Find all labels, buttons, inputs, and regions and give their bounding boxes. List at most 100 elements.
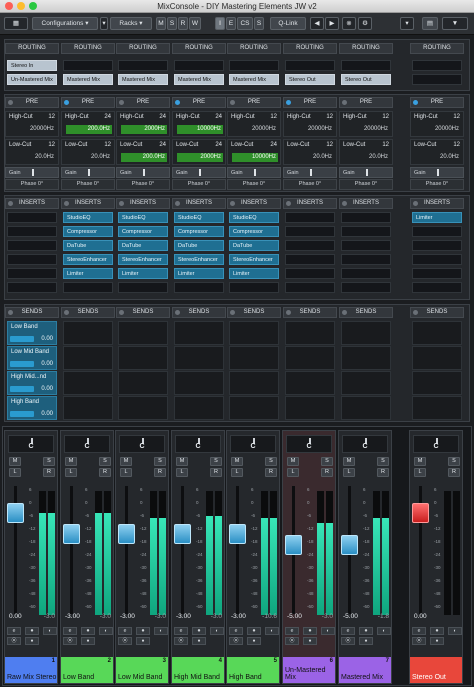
fader-value[interactable]: 0.00 bbox=[414, 613, 427, 620]
routing-output-slot[interactable]: Mastered Mix bbox=[118, 74, 168, 85]
routing-header[interactable]: ROUTING bbox=[339, 43, 393, 54]
mute-button[interactable]: M bbox=[65, 457, 77, 466]
insert-slot[interactable] bbox=[285, 240, 335, 251]
low-cut-row[interactable]: Low-Cut 12 20.0Hz bbox=[410, 139, 464, 165]
routing-header[interactable]: ROUTING bbox=[410, 43, 464, 54]
high-cut-row[interactable]: High-Cut 12 20000Hz bbox=[339, 111, 393, 137]
solo-button[interactable]: S bbox=[99, 457, 111, 466]
high-cut-row[interactable]: High-Cut 12 20000Hz bbox=[283, 111, 337, 137]
sends-header[interactable]: SENDS bbox=[410, 307, 464, 318]
pan-control[interactable]: C bbox=[64, 435, 110, 453]
pre-header[interactable]: PRE bbox=[172, 97, 226, 108]
channel-option-button[interactable]: ⏺ bbox=[192, 627, 206, 635]
channel-name-plate[interactable]: Mastered Mix 7 bbox=[339, 657, 391, 683]
pan-control[interactable]: C bbox=[175, 435, 221, 453]
inserts-power-icon[interactable] bbox=[119, 201, 124, 206]
send-slot-empty[interactable] bbox=[412, 396, 462, 420]
send-slot-empty[interactable] bbox=[412, 321, 462, 345]
read-all-button[interactable]: R bbox=[178, 17, 188, 30]
insert-slot[interactable]: Compressor bbox=[229, 226, 279, 237]
low-cut-slope[interactable]: 12 bbox=[326, 142, 333, 148]
read-button[interactable]: R bbox=[154, 468, 166, 477]
channel-option-button[interactable]: ◐ bbox=[448, 627, 462, 635]
low-cut-row[interactable]: Low-Cut 12 20.0Hz bbox=[5, 139, 59, 165]
inserts-power-icon[interactable] bbox=[175, 201, 180, 206]
high-cut-slope[interactable]: 12 bbox=[453, 114, 460, 120]
insert-slot[interactable]: StudioEQ bbox=[118, 212, 168, 223]
insert-slot[interactable]: Limiter bbox=[412, 212, 462, 223]
send-slot-empty[interactable] bbox=[118, 371, 168, 395]
low-cut-row[interactable]: Low-Cut 24 10000Hz bbox=[227, 139, 281, 165]
send-slot[interactable]: Low Mid Band 0.00 bbox=[7, 346, 57, 370]
send-slot-empty[interactable] bbox=[412, 371, 462, 395]
fader-value[interactable]: -3.00 bbox=[176, 613, 191, 620]
send-slot-empty[interactable] bbox=[229, 396, 279, 420]
routing-header[interactable]: ROUTING bbox=[172, 43, 226, 54]
low-cut-slope[interactable]: 12 bbox=[48, 142, 55, 148]
insert-slot[interactable]: StudioEQ bbox=[174, 212, 224, 223]
channel-option-button[interactable]: ⦿ bbox=[118, 637, 132, 645]
low-cut-frequency[interactable]: 2000Hz bbox=[177, 153, 223, 162]
send-slot-empty[interactable] bbox=[229, 346, 279, 370]
channel-option-button[interactable]: e bbox=[229, 627, 243, 635]
send-level-bar[interactable] bbox=[10, 386, 34, 392]
high-cut-row[interactable]: High-Cut 24 2000Hz bbox=[116, 111, 170, 137]
routing-input-slot[interactable] bbox=[174, 60, 224, 71]
fader-value[interactable]: -5.00 bbox=[343, 613, 358, 620]
send-slot-empty[interactable] bbox=[285, 396, 335, 420]
send-level-bar[interactable] bbox=[10, 361, 34, 367]
routing-output-slot[interactable]: Mastered Mix bbox=[174, 74, 224, 85]
channel-option-button[interactable]: ⦿ bbox=[285, 637, 299, 645]
gain-slider[interactable]: Gain bbox=[5, 167, 59, 178]
channel-strip[interactable]: C M S L R 6 0 -6 -12 -18 -24 -30 -36 -48 -60 -3.00 -10.6… bbox=[226, 430, 280, 684]
routing-header[interactable]: ROUTING bbox=[116, 43, 170, 54]
mute-all-button[interactable]: M bbox=[156, 17, 166, 30]
low-cut-slope[interactable]: 12 bbox=[453, 142, 460, 148]
low-cut-slope[interactable]: 12 bbox=[382, 142, 389, 148]
inserts-header[interactable]: INSERTS bbox=[339, 198, 393, 209]
send-slot-empty[interactable] bbox=[285, 346, 335, 370]
inserts-power-icon[interactable] bbox=[286, 201, 291, 206]
channel-option-button[interactable]: ● bbox=[25, 637, 39, 645]
routing-output-slot[interactable]: Mastered Mix bbox=[229, 74, 279, 85]
insert-slot[interactable]: DaTube bbox=[118, 240, 168, 251]
pre-header[interactable]: PRE bbox=[61, 97, 115, 108]
insert-slot[interactable] bbox=[7, 226, 57, 237]
routing-output-slot[interactable]: Un-Mastered Mix bbox=[7, 74, 57, 85]
insert-slot[interactable] bbox=[285, 282, 335, 293]
high-cut-frequency[interactable]: 20000Hz bbox=[10, 125, 56, 134]
phase-button[interactable]: Phase 0° bbox=[227, 179, 281, 190]
channel-option-button[interactable]: ⦿ bbox=[229, 637, 243, 645]
routing-input-slot[interactable]: Stereo In bbox=[7, 60, 57, 71]
send-slot[interactable]: High Mid...nd 0.00 bbox=[7, 371, 57, 395]
channel-strip[interactable]: C M S L R 6 0 -6 -12 -18 -24 -30 -36 -48 -60 -5.00 -3.0 e… bbox=[282, 430, 336, 684]
low-cut-row[interactable]: Low-Cut 12 20.0Hz bbox=[283, 139, 337, 165]
insert-slot[interactable]: Limiter bbox=[118, 268, 168, 279]
routing-header[interactable]: ROUTING bbox=[5, 43, 59, 54]
gain-handle[interactable] bbox=[88, 169, 90, 176]
channel-option-button[interactable]: ⏺ bbox=[81, 627, 95, 635]
sends-header[interactable]: SENDS bbox=[339, 307, 393, 318]
insert-slot[interactable]: StereoEnhancer bbox=[118, 254, 168, 265]
read-button[interactable]: R bbox=[265, 468, 277, 477]
filter-i-button[interactable]: I bbox=[215, 17, 225, 30]
high-cut-frequency[interactable]: 20000Hz bbox=[344, 125, 390, 134]
routing-header[interactable]: ROUTING bbox=[61, 43, 115, 54]
send-slot-empty[interactable] bbox=[118, 396, 168, 420]
high-cut-row[interactable]: High-Cut 24 10000Hz bbox=[172, 111, 226, 137]
channel-option-button[interactable]: ⏺ bbox=[430, 627, 444, 635]
high-cut-slope[interactable]: 12 bbox=[270, 114, 277, 120]
fader-value[interactable]: -5.00 bbox=[287, 613, 302, 620]
fader-handle[interactable] bbox=[285, 534, 302, 555]
gain-handle[interactable] bbox=[310, 169, 312, 176]
phase-button[interactable]: Phase 0° bbox=[61, 179, 115, 190]
channel-strip[interactable]: C M S L R 6 0 -6 -12 -18 -24 -30 -36 -48 -60 -3.00 -3.0 e… bbox=[115, 430, 169, 684]
send-level-bar[interactable] bbox=[10, 336, 34, 342]
dropdown-icon[interactable]: ▾ bbox=[400, 17, 414, 30]
channel-option-button[interactable]: ⦿ bbox=[63, 637, 77, 645]
low-cut-frequency[interactable]: 20.0Hz bbox=[415, 153, 461, 162]
insert-slot[interactable]: StereoEnhancer bbox=[229, 254, 279, 265]
previous-channel-icon[interactable]: ◀ bbox=[310, 17, 324, 30]
channel-option-button[interactable]: ◐ bbox=[321, 627, 335, 635]
routing-input-slot[interactable] bbox=[63, 60, 113, 71]
